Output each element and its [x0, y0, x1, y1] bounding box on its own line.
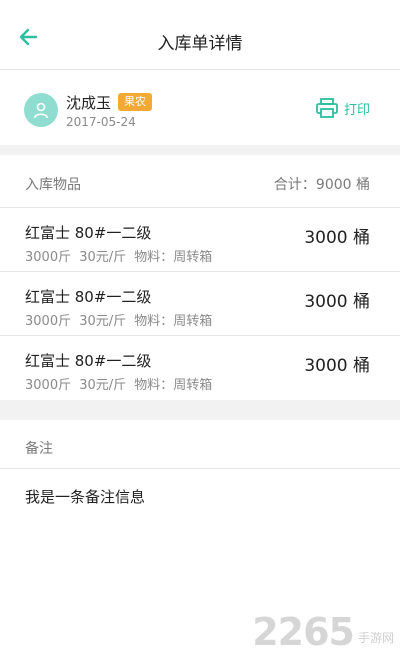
printer-icon — [316, 98, 338, 118]
list-item[interactable]: 红富士 80#一二级 3000斤 30元/斤 物料：周转箱 3000 桶 — [0, 208, 400, 272]
note-header: 备注 — [0, 420, 400, 469]
divider — [0, 145, 400, 155]
item-quantity: 3000 桶 — [304, 228, 370, 248]
goods-total: 合计：9000 桶 — [273, 177, 370, 193]
role-badge: 果农 — [118, 93, 152, 111]
goods-header: 入库物品 合计：9000 桶 — [0, 155, 400, 208]
watermark-logo: 2265 手游网 — [252, 610, 394, 654]
item-meta: 3000斤 30元/斤 物料：周转箱 — [25, 250, 213, 265]
item-quantity: 3000 桶 — [304, 292, 370, 312]
print-button[interactable]: 打印 — [316, 98, 370, 118]
note-label: 备注 — [25, 441, 53, 457]
note-text: 我是一条备注信息 — [25, 488, 146, 506]
watermark-number: 2265 — [252, 610, 355, 654]
user-icon — [33, 102, 49, 119]
item-quantity: 3000 桶 — [304, 356, 370, 376]
item-meta: 3000斤 30元/斤 物料：周转箱 — [25, 378, 213, 393]
entry-date: 2017-05-24 — [66, 115, 136, 129]
note-content: 我是一条备注信息 — [0, 469, 400, 521]
item-meta: 3000斤 30元/斤 物料：周转箱 — [25, 314, 213, 329]
list-item[interactable]: 红富士 80#一二级 3000斤 30元/斤 物料：周转箱 3000 桶 — [0, 272, 400, 336]
watermark-text: 手游网 — [357, 631, 394, 645]
goods-list: 红富士 80#一二级 3000斤 30元/斤 物料：周转箱 3000 桶 红富士… — [0, 208, 400, 400]
user-info: 沈成玉 果农 2017-05-24 打印 — [0, 70, 400, 145]
print-label: 打印 — [343, 102, 370, 118]
item-name: 红富士 80#一二级 — [25, 224, 152, 242]
divider — [0, 400, 400, 420]
top-bar: 入库单详情 — [0, 0, 400, 70]
user-name: 沈成玉 — [66, 94, 112, 112]
goods-label: 入库物品 — [25, 177, 81, 193]
item-name: 红富士 80#一二级 — [25, 288, 152, 306]
list-item[interactable]: 红富士 80#一二级 3000斤 30元/斤 物料：周转箱 3000 桶 — [0, 336, 400, 400]
page-title: 入库单详情 — [157, 34, 243, 54]
avatar — [24, 93, 58, 127]
item-name: 红富士 80#一二级 — [25, 352, 152, 370]
